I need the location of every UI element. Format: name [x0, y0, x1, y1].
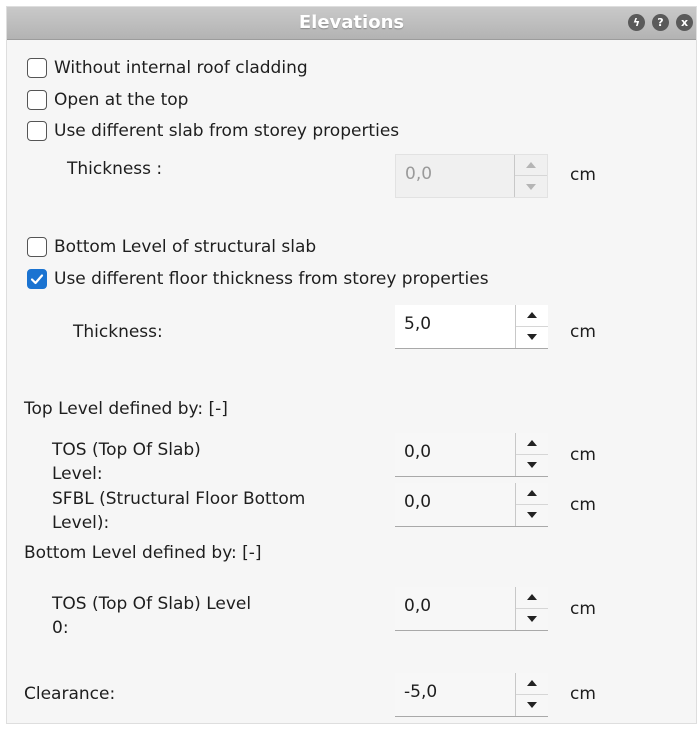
- sfbl-level-value[interactable]: 0,0: [404, 492, 431, 512]
- arrow-down-icon: [527, 334, 537, 341]
- panel-titlebar: Elevations ϟ ? x: [7, 7, 696, 40]
- clearance-label: Clearance:: [24, 684, 116, 704]
- slab-thickness-unit: cm: [570, 165, 596, 185]
- checkbox-label: Without internal roof cladding: [54, 58, 308, 78]
- stepper-up-button[interactable]: [516, 483, 548, 505]
- slab-thickness-label: Thickness :: [67, 159, 163, 179]
- lightning-icon[interactable]: ϟ: [628, 14, 645, 31]
- arrow-up-icon: [527, 594, 537, 601]
- checkbox-use-different-floor-thickness[interactable]: Use different floor thickness from store…: [27, 269, 489, 289]
- arrow-down-icon: [527, 512, 537, 519]
- checkbox-label: Use different slab from storey propertie…: [54, 121, 400, 141]
- bottom-tos-level-value[interactable]: 0,0: [404, 596, 431, 616]
- arrow-up-icon: [527, 440, 537, 447]
- sfbl-level-label-line1: SFBL (Structural Floor Bottom: [52, 489, 306, 509]
- checkbox-box[interactable]: [27, 237, 47, 257]
- stepper-down-button[interactable]: [516, 609, 548, 631]
- arrow-up-icon: [526, 162, 536, 168]
- bottom-tos-level-label: TOS (Top Of Slab) Level 0:: [52, 592, 251, 640]
- checkbox-box-checked[interactable]: [27, 269, 47, 289]
- arrow-up-icon: [527, 312, 537, 319]
- checkmark-icon: [30, 274, 44, 285]
- slab-thickness-stepper: 0,0: [395, 154, 548, 198]
- checkbox-box[interactable]: [27, 58, 47, 78]
- tos-level-value[interactable]: 0,0: [404, 442, 431, 462]
- checkbox-label: Open at the top: [54, 90, 189, 110]
- checkbox-label: Use different floor thickness from store…: [54, 269, 489, 289]
- clearance-value[interactable]: -5,0: [404, 682, 437, 702]
- checkbox-open-at-the-top[interactable]: Open at the top: [27, 90, 188, 110]
- checkbox-bottom-level-structural-slab[interactable]: Bottom Level of structural slab: [27, 237, 316, 257]
- stepper-down-button[interactable]: [516, 695, 548, 717]
- stepper-up-button[interactable]: [516, 433, 548, 455]
- top-level-heading: Top Level defined by: [-]: [24, 399, 228, 419]
- checkbox-without-internal-roof-cladding[interactable]: Without internal roof cladding: [27, 58, 308, 78]
- stepper-down-button[interactable]: [516, 455, 548, 477]
- tos-level-label-line1: TOS (Top Of Slab): [52, 440, 201, 460]
- checkbox-label: Bottom Level of structural slab: [54, 237, 317, 257]
- arrow-up-icon: [527, 490, 537, 497]
- bottom-tos-level-label-line1: TOS (Top Of Slab) Level: [52, 594, 252, 614]
- stepper-up-button: [515, 155, 547, 176]
- slab-thickness-value: 0,0: [405, 164, 433, 184]
- stepper-up-button[interactable]: [516, 587, 548, 609]
- tos-level-unit: cm: [570, 445, 596, 465]
- checkbox-box[interactable]: [27, 90, 47, 110]
- arrow-down-icon: [527, 462, 537, 469]
- clearance-stepper[interactable]: -5,0: [395, 673, 548, 717]
- floor-thickness-label: Thickness:: [73, 322, 163, 342]
- clearance-unit: cm: [570, 684, 596, 704]
- arrow-up-icon: [527, 680, 537, 687]
- arrow-down-icon: [527, 702, 537, 709]
- close-icon[interactable]: x: [676, 14, 693, 31]
- stepper-down-button[interactable]: [516, 327, 548, 349]
- arrow-down-icon: [527, 616, 537, 623]
- checkbox-box[interactable]: [27, 121, 47, 141]
- tos-level-label: TOS (Top Of Slab) Level:: [52, 438, 201, 486]
- bottom-tos-level-unit: cm: [570, 599, 596, 619]
- stepper-up-button[interactable]: [516, 673, 548, 695]
- sfbl-level-label-line2: Level):: [52, 513, 110, 533]
- bottom-tos-level-label-line2: 0:: [52, 618, 69, 638]
- stepper-down-button[interactable]: [516, 505, 548, 527]
- tos-level-stepper[interactable]: 0,0: [395, 433, 548, 477]
- stepper-up-button[interactable]: [516, 305, 548, 327]
- sfbl-level-label: SFBL (Structural Floor Bottom Level):: [52, 487, 305, 535]
- tos-level-label-line2: Level:: [52, 464, 103, 484]
- stepper-down-button: [515, 176, 547, 197]
- elevations-panel: Elevations ϟ ? x Without internal roof c…: [6, 6, 697, 724]
- bottom-level-heading: Bottom Level defined by: [-]: [24, 543, 262, 563]
- bottom-tos-level-stepper[interactable]: 0,0: [395, 587, 548, 631]
- checkbox-use-different-slab[interactable]: Use different slab from storey propertie…: [27, 121, 399, 141]
- arrow-down-icon: [526, 183, 536, 190]
- help-icon[interactable]: ?: [652, 14, 669, 31]
- floor-thickness-stepper[interactable]: 5,0: [395, 305, 548, 349]
- sfbl-level-stepper[interactable]: 0,0: [395, 483, 548, 527]
- panel-title: Elevations: [298, 12, 405, 33]
- sfbl-level-unit: cm: [570, 495, 596, 515]
- floor-thickness-unit: cm: [570, 322, 596, 342]
- floor-thickness-value[interactable]: 5,0: [404, 314, 431, 334]
